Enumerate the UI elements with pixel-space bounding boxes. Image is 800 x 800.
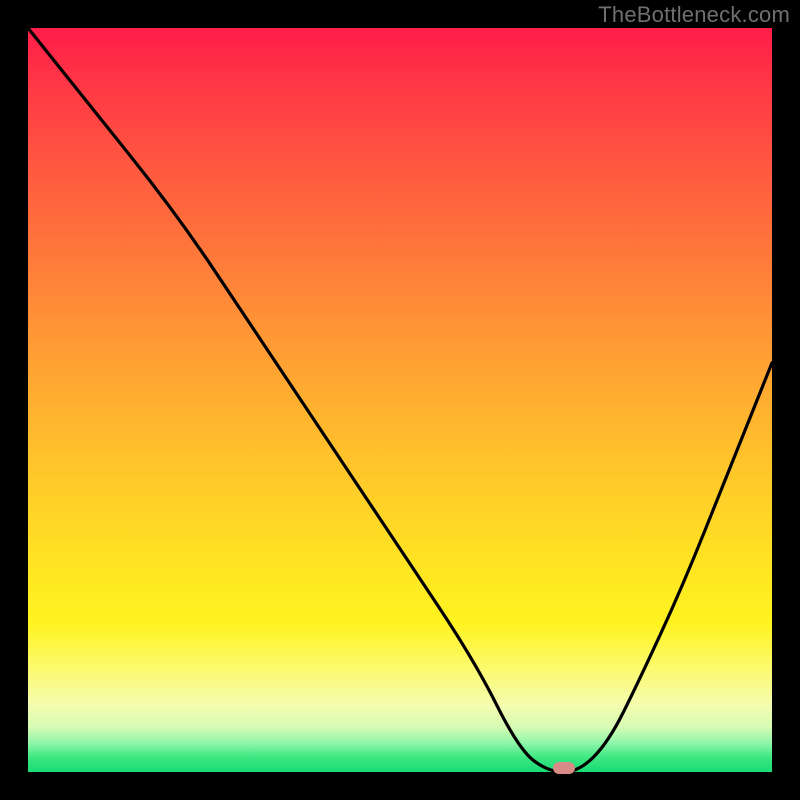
current-config-marker [553, 762, 575, 774]
chart-frame: TheBottleneck.com [0, 0, 800, 800]
bottleneck-curve [28, 28, 772, 772]
curve-path [28, 28, 772, 772]
watermark-text: TheBottleneck.com [598, 2, 790, 28]
